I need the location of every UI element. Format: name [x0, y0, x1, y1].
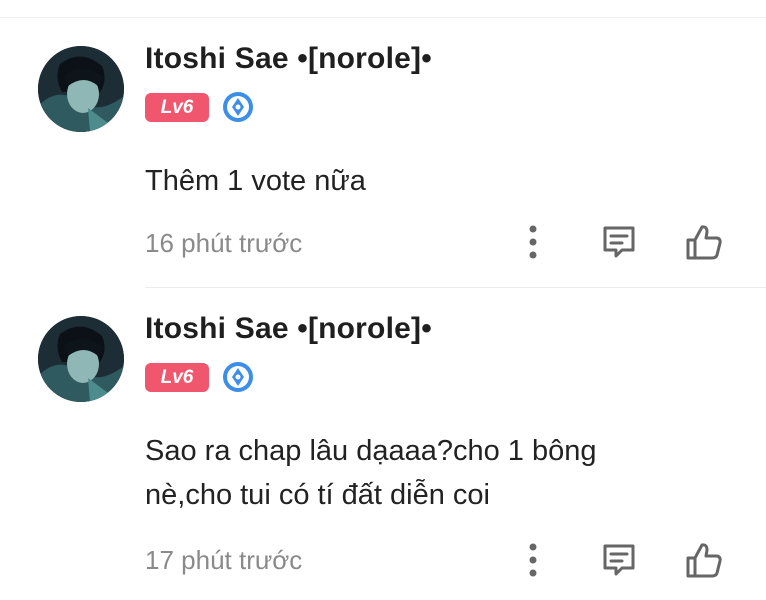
comment-text: Thêm 1 vote nữa: [145, 165, 366, 197]
more-options-icon[interactable]: [511, 538, 555, 582]
comment-item: Itoshi Sae •[norole]• Lv6 Thêm 1 vote nữ…: [0, 0, 766, 288]
comment-timestamp: 16 phút trước: [145, 228, 303, 258]
comment-text: Sao ra chap lâu dạaaa?cho 1 bông nè,cho …: [145, 435, 597, 511]
medal-badge-icon: [221, 360, 255, 394]
comment-timestamp: 17 phút trước: [145, 545, 303, 575]
comment-item: Itoshi Sae •[norole]• Lv6 Sao ra chap lâ…: [0, 288, 766, 600]
comments-page: Itoshi Sae •[norole]• Lv6 Thêm 1 vote nữ…: [0, 0, 766, 600]
username[interactable]: Itoshi Sae •[norole]•: [145, 312, 432, 346]
like-thumb-icon[interactable]: [682, 220, 726, 264]
level-badge: Lv6: [145, 363, 209, 392]
like-thumb-icon[interactable]: [682, 538, 726, 582]
reply-comment-icon[interactable]: [597, 538, 641, 582]
more-options-icon[interactable]: [511, 220, 555, 264]
avatar[interactable]: [38, 316, 124, 402]
level-badge: Lv6: [145, 93, 209, 122]
reply-comment-icon[interactable]: [597, 220, 641, 264]
avatar[interactable]: [38, 46, 124, 132]
username[interactable]: Itoshi Sae •[norole]•: [145, 42, 432, 76]
medal-badge-icon: [221, 90, 255, 124]
